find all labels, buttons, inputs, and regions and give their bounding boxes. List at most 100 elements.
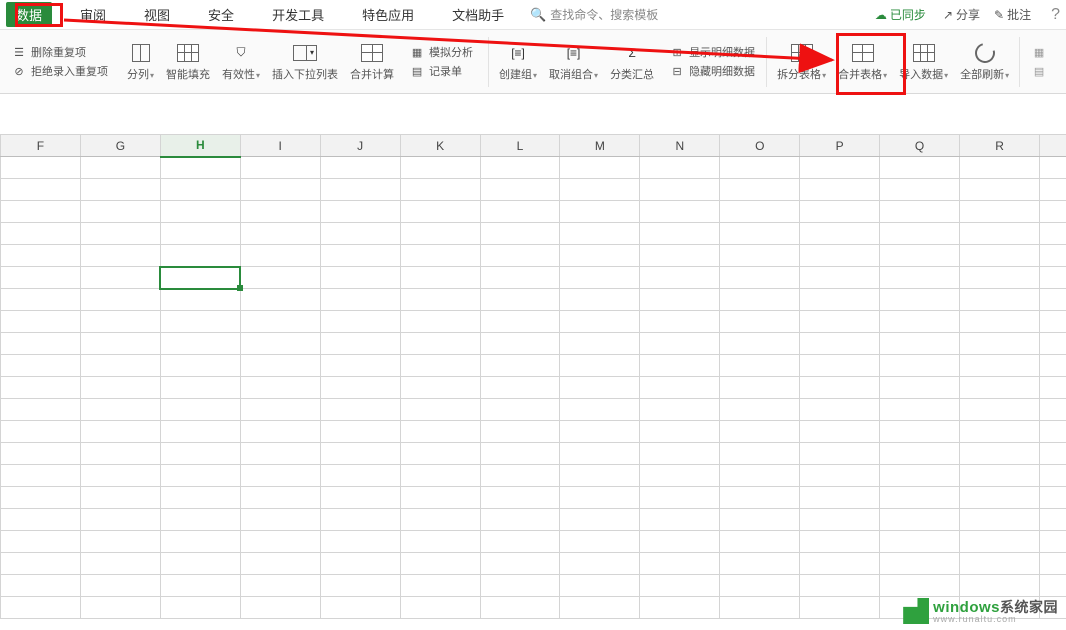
cell[interactable]	[400, 575, 480, 597]
cell[interactable]	[880, 553, 960, 575]
cell[interactable]	[640, 421, 720, 443]
col-header-I[interactable]: I	[240, 135, 320, 157]
cell[interactable]	[480, 531, 560, 553]
cell[interactable]	[80, 487, 160, 509]
cell[interactable]	[640, 289, 720, 311]
col-header-M[interactable]: M	[560, 135, 640, 157]
cell[interactable]	[560, 575, 640, 597]
cell[interactable]	[800, 245, 880, 267]
cell[interactable]	[800, 421, 880, 443]
cell[interactable]	[240, 509, 320, 531]
col-header-G[interactable]: G	[80, 135, 160, 157]
cell[interactable]	[560, 597, 640, 619]
cell[interactable]	[160, 509, 240, 531]
cell[interactable]	[80, 575, 160, 597]
cell[interactable]	[560, 377, 640, 399]
cell[interactable]	[560, 333, 640, 355]
cell[interactable]	[480, 377, 560, 399]
cell[interactable]	[400, 597, 480, 619]
cell[interactable]	[480, 267, 560, 289]
cell[interactable]	[960, 311, 1040, 333]
cell[interactable]	[800, 333, 880, 355]
cell[interactable]	[640, 245, 720, 267]
cell[interactable]	[80, 333, 160, 355]
cell[interactable]	[800, 267, 880, 289]
cell[interactable]	[720, 157, 800, 179]
cell[interactable]	[880, 201, 960, 223]
cell[interactable]	[400, 421, 480, 443]
cell[interactable]	[720, 333, 800, 355]
cell[interactable]	[240, 553, 320, 575]
cell[interactable]	[400, 487, 480, 509]
cell[interactable]	[1039, 465, 1066, 487]
cell[interactable]	[880, 179, 960, 201]
cell[interactable]	[560, 201, 640, 223]
cell[interactable]	[800, 157, 880, 179]
cell[interactable]	[480, 575, 560, 597]
cell[interactable]	[640, 311, 720, 333]
cell[interactable]	[1, 553, 81, 575]
cell[interactable]	[320, 465, 400, 487]
cell[interactable]	[320, 443, 400, 465]
cell[interactable]	[320, 399, 400, 421]
cell[interactable]	[960, 399, 1040, 421]
cell[interactable]	[80, 179, 160, 201]
cell[interactable]	[160, 377, 240, 399]
cell[interactable]	[1, 597, 81, 619]
cell[interactable]	[400, 553, 480, 575]
cell[interactable]	[400, 267, 480, 289]
ribbon-split[interactable]: 分列	[121, 30, 160, 93]
cell[interactable]	[640, 597, 720, 619]
cell[interactable]	[240, 245, 320, 267]
cell[interactable]	[320, 289, 400, 311]
cell[interactable]	[1, 575, 81, 597]
col-header-S[interactable]: S	[1039, 135, 1066, 157]
cell[interactable]	[320, 531, 400, 553]
cell[interactable]	[1, 289, 81, 311]
cell[interactable]	[400, 245, 480, 267]
cell[interactable]	[160, 267, 240, 289]
cell[interactable]	[320, 245, 400, 267]
col-header-O[interactable]: O	[720, 135, 800, 157]
cell[interactable]	[480, 311, 560, 333]
cell[interactable]	[1039, 509, 1066, 531]
ribbon-subtotal[interactable]: Σ分类汇总	[604, 30, 660, 93]
cell[interactable]	[400, 531, 480, 553]
cell[interactable]	[160, 245, 240, 267]
cell[interactable]	[400, 465, 480, 487]
cell[interactable]	[560, 289, 640, 311]
cell[interactable]	[400, 311, 480, 333]
cell[interactable]	[1, 399, 81, 421]
cell[interactable]	[400, 443, 480, 465]
cell[interactable]	[640, 267, 720, 289]
cell[interactable]	[880, 487, 960, 509]
ribbon-group[interactable]: [≡]创建组	[493, 30, 543, 93]
cell[interactable]	[1, 487, 81, 509]
cell[interactable]	[720, 311, 800, 333]
reject-duplicate-entry-button[interactable]: ⊘ 拒绝录入重复项	[11, 63, 112, 79]
cell[interactable]	[320, 355, 400, 377]
cell[interactable]	[1039, 553, 1066, 575]
cell[interactable]	[1, 157, 81, 179]
cell[interactable]	[960, 509, 1040, 531]
menu-tab-文档助手[interactable]: 文档助手	[442, 2, 514, 27]
ribbon-mergecalc[interactable]: 合并计算	[344, 30, 400, 93]
cell[interactable]	[240, 201, 320, 223]
cell[interactable]	[1039, 399, 1066, 421]
cell[interactable]	[160, 157, 240, 179]
cell[interactable]	[640, 553, 720, 575]
cell[interactable]	[880, 267, 960, 289]
cell[interactable]	[1, 355, 81, 377]
cell[interactable]	[160, 531, 240, 553]
spreadsheet-grid[interactable]: FGHIJKLMNOPQRST	[0, 134, 1066, 619]
cell[interactable]	[240, 289, 320, 311]
cell[interactable]	[160, 421, 240, 443]
cell[interactable]	[1, 223, 81, 245]
cell[interactable]	[960, 179, 1040, 201]
cell[interactable]	[80, 377, 160, 399]
cell[interactable]	[960, 575, 1040, 597]
cell[interactable]	[1, 245, 81, 267]
cell[interactable]	[880, 377, 960, 399]
cell[interactable]	[480, 333, 560, 355]
cell[interactable]	[960, 267, 1040, 289]
